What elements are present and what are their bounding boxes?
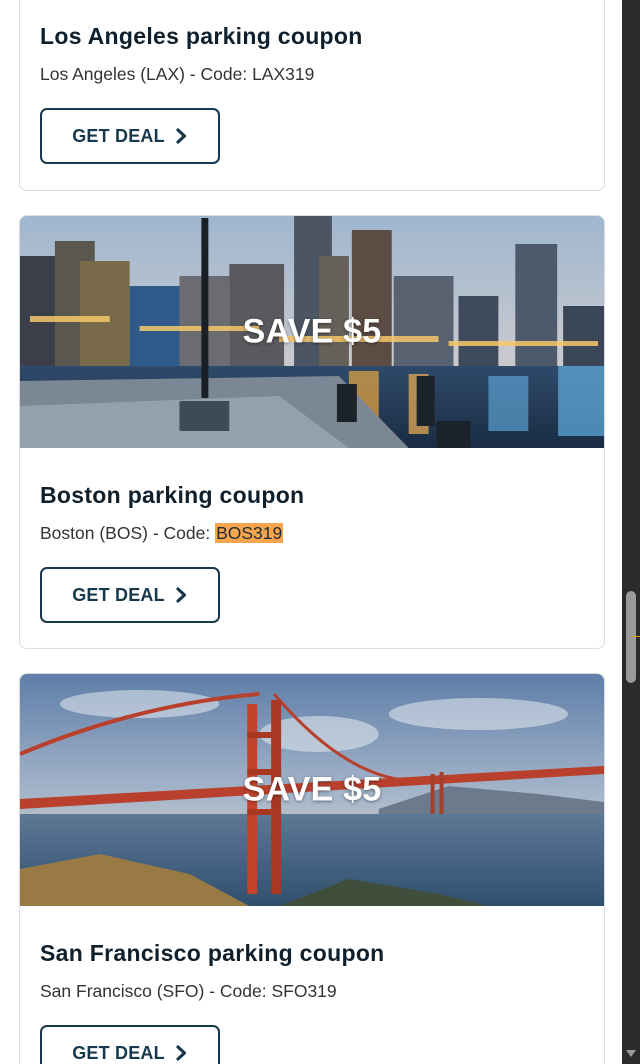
card-location: Los Angeles (LAX) - Code: LAX319 (40, 64, 584, 85)
coupon-card-bos: SAVE $5 Boston parking coupon Boston (BO… (19, 215, 605, 649)
scroll-position-marker (632, 636, 640, 637)
card-title: San Francisco parking coupon (40, 940, 385, 966)
save-badge: SAVE $5 (242, 770, 382, 809)
scrollbar-thumb[interactable] (626, 591, 636, 683)
get-deal-button[interactable]: GET DEAL (40, 1025, 220, 1064)
card-body: Boston parking coupon Boston (BOS) - Cod… (20, 448, 604, 623)
vertical-scrollbar[interactable] (622, 0, 640, 1064)
card-body: San Francisco parking coupon San Francis… (20, 906, 604, 1064)
card-title: Boston parking coupon (40, 482, 305, 508)
golden-gate-image: SAVE $5 (20, 674, 604, 906)
coupon-card-sfo: SAVE $5 San Francisco parking coupon San… (19, 673, 605, 1064)
card-location: Boston (BOS) - Code: BOS319 (40, 523, 584, 544)
button-label: GET DEAL (72, 584, 165, 605)
get-deal-button[interactable]: GET DEAL (40, 567, 220, 623)
page: Los Angeles parking coupon Los Angeles (… (0, 0, 640, 1064)
coupon-list: Los Angeles parking coupon Los Angeles (… (0, 0, 622, 1064)
arrow-right-icon (176, 128, 186, 144)
button-label: GET DEAL (72, 1042, 165, 1063)
coupon-card-lax: Los Angeles parking coupon Los Angeles (… (19, 0, 605, 191)
scroll-down-arrow-icon[interactable] (626, 1050, 636, 1058)
boston-harbor-image: SAVE $5 (20, 216, 604, 448)
location-text: Boston (BOS) - Code: (40, 523, 216, 543)
button-label: GET DEAL (72, 125, 165, 146)
arrow-right-icon (176, 1045, 186, 1061)
location-text: Los Angeles (LAX) - Code: (40, 64, 253, 84)
coupon-code: BOS319 (215, 523, 284, 543)
location-text: San Francisco (SFO) - Code: (40, 981, 272, 1001)
coupon-code: LAX319 (252, 64, 315, 84)
card-body: Los Angeles parking coupon Los Angeles (… (20, 0, 604, 164)
arrow-right-icon (176, 587, 186, 603)
card-location: San Francisco (SFO) - Code: SFO319 (40, 981, 584, 1002)
card-title: Los Angeles parking coupon (40, 23, 363, 49)
get-deal-button[interactable]: GET DEAL (40, 108, 220, 164)
save-badge: SAVE $5 (242, 312, 382, 351)
coupon-code: SFO319 (271, 981, 337, 1001)
